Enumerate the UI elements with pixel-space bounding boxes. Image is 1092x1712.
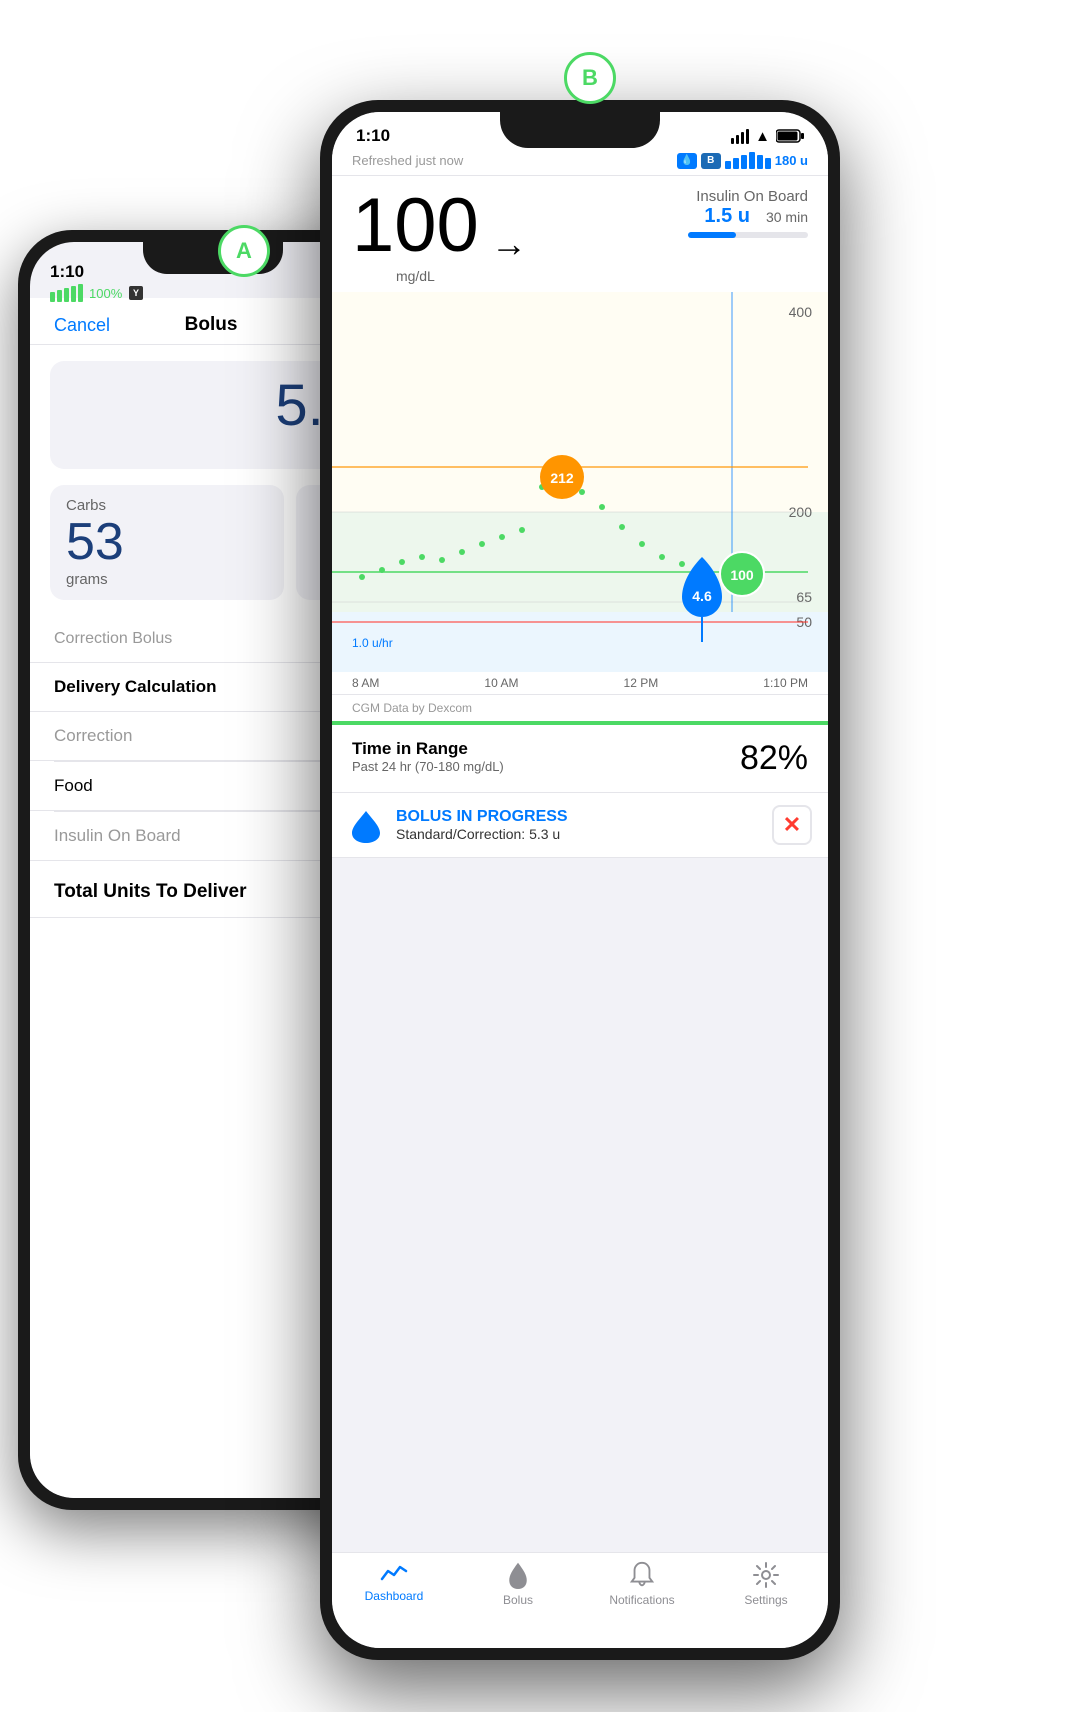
label-b: B <box>564 52 616 104</box>
bolus-label: Bolus <box>503 1593 533 1607</box>
units-value: 5.3 <box>70 377 356 435</box>
bar1 <box>50 292 55 302</box>
reservoir-value: 180 u <box>775 153 808 168</box>
cgm-arrow: → <box>491 223 527 265</box>
delivery-calculation-label: Delivery Calculation <box>54 677 217 696</box>
tir-percent: 82% <box>740 739 808 778</box>
tab-dashboard[interactable]: Dashboard <box>332 1561 456 1603</box>
tab-notifications[interactable]: Notifications <box>580 1561 704 1607</box>
cancel-button[interactable]: Cancel <box>54 315 110 336</box>
bolus-banner-text: BOLUS IN PROGRESS Standard/Correction: 5… <box>396 808 760 842</box>
bolus-banner-subtitle: Standard/Correction: 5.3 u <box>396 826 760 842</box>
reservoir-b-badge: B <box>701 153 721 169</box>
tab-bar: Dashboard Bolus Notifications <box>332 1552 828 1648</box>
tir-card: Time in Range Past 24 hr (70-180 mg/dL) … <box>332 721 828 793</box>
settings-label: Settings <box>744 1593 787 1607</box>
bolus-drop-icon <box>348 807 384 843</box>
carbs-unit: grams <box>66 571 268 588</box>
phone-b-notch <box>500 112 660 148</box>
glucose-chart: 400 200 65 50 <box>332 292 828 672</box>
bar3 <box>64 288 69 302</box>
svg-text:65: 65 <box>796 589 812 605</box>
svg-text:4.6: 4.6 <box>692 588 712 604</box>
carbs-value: 53 <box>66 514 268 571</box>
time-8am: 8 AM <box>352 676 379 690</box>
battery-icon <box>776 129 804 143</box>
cgm-attribution: CGM Data by Dexcom <box>332 695 828 721</box>
gear-icon <box>752 1561 780 1589</box>
iob-value: 1.5 u <box>704 205 750 228</box>
reservoir-indicator: 💧 B 180 u <box>677 152 808 169</box>
svg-text:1.0 u/hr: 1.0 u/hr <box>352 636 393 650</box>
iob-box: Insulin On Board 1.5 u 30 min <box>688 188 808 238</box>
tab-bolus[interactable]: Bolus <box>456 1561 580 1607</box>
bar4 <box>71 286 76 302</box>
correction-bolus-label: Correction Bolus <box>54 630 172 647</box>
cgm-value: 100 <box>352 188 479 264</box>
cgm-value-group: 100 mg/dL <box>352 188 479 284</box>
time-10am: 10 AM <box>484 676 518 690</box>
tir-subtitle: Past 24 hr (70-180 mg/dL) <box>352 759 504 774</box>
time-12pm: 12 PM <box>624 676 659 690</box>
bolus-banner: BOLUS IN PROGRESS Standard/Correction: 5… <box>332 793 828 858</box>
iob-bar-track <box>688 232 808 238</box>
carbs-label: Carbs <box>66 497 268 514</box>
cgm-reading: 100 mg/dL → <box>352 188 527 284</box>
refresh-bar: Refreshed just now 💧 B 180 u <box>332 150 828 176</box>
tir-text: Time in Range Past 24 hr (70-180 mg/dL) <box>352 739 504 774</box>
bar2 <box>57 290 62 302</box>
chart-container: 400 200 65 50 <box>332 292 828 672</box>
correction-label: Correction <box>54 726 132 745</box>
carbs-box[interactable]: Carbs 53 grams <box>50 485 284 600</box>
iob-label: Insulin On Board <box>54 826 181 845</box>
filter-icon: Y <box>128 285 144 301</box>
wifi-icon: ▲ <box>755 128 770 145</box>
notifications-label: Notifications <box>609 1593 674 1607</box>
reservoir-drop-icon: 💧 <box>677 153 697 169</box>
pb-time: 1:10 <box>356 126 390 146</box>
svg-text:100: 100 <box>730 567 754 583</box>
svg-text:Y: Y <box>133 288 139 298</box>
bar5 <box>78 284 83 302</box>
reservoir-bars <box>725 152 771 169</box>
iob-time: 30 min <box>766 209 808 225</box>
total-units-label: Total Units To Deliver <box>54 881 247 902</box>
dashboard-icon <box>380 1561 408 1585</box>
signal-icon <box>731 129 749 144</box>
svg-text:212: 212 <box>550 470 574 486</box>
phone-a-battery-row: 100% Y <box>50 284 144 302</box>
bolus-tab-icon <box>506 1561 530 1589</box>
tab-settings[interactable]: Settings <box>704 1561 828 1607</box>
phone-b: 1:10 ▲ Refreshed just now 💧 <box>320 100 840 1660</box>
tir-row: Time in Range Past 24 hr (70-180 mg/dL) … <box>352 739 808 778</box>
cgm-unit: mg/dL <box>352 268 479 284</box>
time-axis: 8 AM 10 AM 12 PM 1:10 PM <box>332 672 828 695</box>
svg-text:400: 400 <box>789 304 813 320</box>
bolus-title: Bolus <box>185 314 238 336</box>
dashboard-label: Dashboard <box>365 1589 424 1603</box>
refresh-text: Refreshed just now <box>352 153 463 168</box>
green-bars <box>50 284 83 302</box>
time-current: 1:10 PM <box>763 676 808 690</box>
bell-icon <box>629 1561 655 1589</box>
phone-a-time: 1:10 <box>50 262 84 282</box>
label-a: A <box>218 225 270 277</box>
status-icons: ▲ <box>731 128 804 145</box>
food-label: Food <box>54 776 93 795</box>
cgm-area: 100 mg/dL → Insulin On Board 1.5 u 30 mi… <box>332 176 828 292</box>
bolus-banner-title: BOLUS IN PROGRESS <box>396 808 760 826</box>
tir-title: Time in Range <box>352 739 504 759</box>
iob-title: Insulin On Board <box>688 188 808 205</box>
bolus-cancel-button[interactable]: ✕ <box>772 805 812 845</box>
battery-pct: 100% <box>89 286 122 301</box>
iob-bar-fill <box>688 232 736 238</box>
phone-b-screen: 1:10 ▲ Refreshed just now 💧 <box>332 112 828 1648</box>
